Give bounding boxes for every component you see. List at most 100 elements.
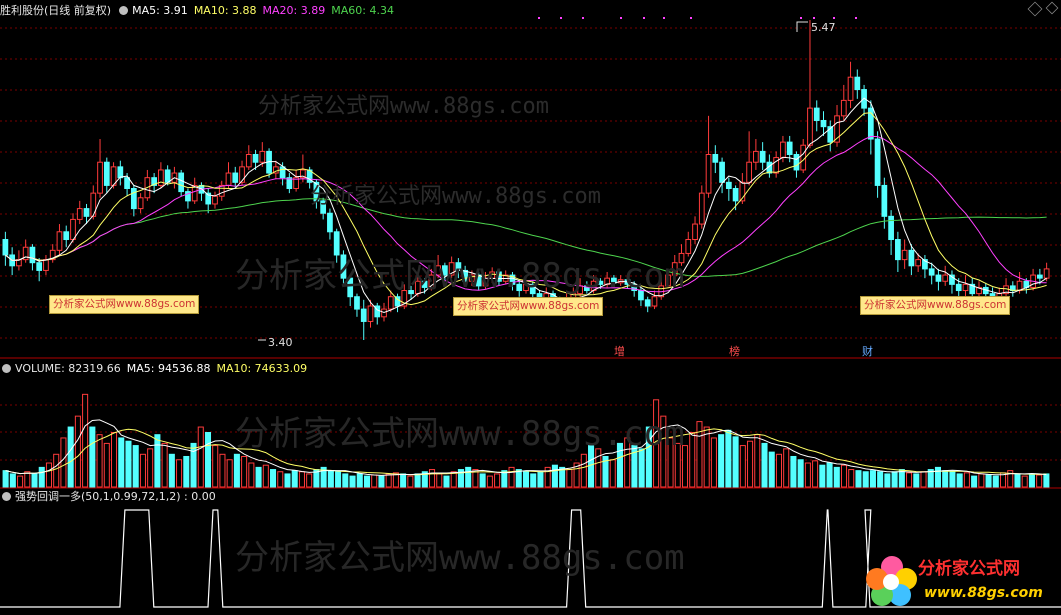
volume-bar (877, 471, 884, 488)
volume-bar (1014, 473, 1021, 488)
volume-bar (277, 471, 284, 488)
top-marker-dot (690, 17, 692, 19)
candle-body (36, 262, 43, 271)
candle-body (698, 192, 705, 225)
volume-bar (306, 473, 313, 488)
volume-bar (349, 475, 356, 488)
candle-body (29, 246, 36, 264)
candle-body (523, 283, 529, 292)
panel-menu-icon[interactable] (119, 5, 129, 15)
volume-bar (508, 466, 515, 488)
candle-body (245, 153, 252, 168)
volume-bar (139, 453, 146, 488)
volume-bar (38, 466, 45, 488)
volume-bar (414, 473, 421, 488)
volume-bar (74, 415, 81, 488)
panel-menu-icon[interactable] (2, 491, 11, 501)
top-marker-dot (560, 17, 562, 19)
candle-body (692, 223, 698, 241)
candle-body (259, 150, 266, 163)
candle-body (840, 99, 847, 117)
logo-url: www.88gs.com (924, 585, 1043, 601)
top-marker-dot (582, 17, 584, 19)
volume-bar (595, 448, 602, 488)
panel-menu-icon[interactable] (2, 363, 11, 373)
candle-body (333, 231, 340, 256)
volume-bar (479, 473, 486, 488)
candle-body (955, 283, 962, 292)
logo-name: 分析家公式网 (918, 559, 1020, 579)
watermark-badge: 分析家公式网www.88gs.com (453, 297, 604, 316)
volume-bar (681, 445, 689, 488)
volume-bar (204, 432, 212, 488)
candle-body (732, 188, 739, 202)
event-marker-财[interactable]: 财 (862, 343, 873, 359)
volume-bar (703, 426, 710, 488)
candle-body (2, 239, 9, 256)
candle-body (746, 161, 752, 183)
event-marker-增[interactable]: 增 (614, 343, 625, 359)
volume-bar (971, 475, 978, 488)
watermark-badge: 分析家公式网www.88gs.com (49, 295, 200, 314)
candle-body (455, 262, 462, 271)
top-marker-dot (855, 17, 857, 19)
volume-bar (949, 471, 956, 488)
candle-body (347, 277, 354, 298)
high-pointer (796, 21, 808, 32)
volume-bar (891, 471, 898, 488)
volume-bar (913, 473, 920, 488)
high-price-label: 5.47 (811, 21, 836, 34)
volume-bar (768, 451, 775, 488)
volume-bar (1036, 474, 1043, 488)
candle-body (908, 249, 915, 267)
volume-bar (588, 445, 595, 488)
stock-chart-window[interactable]: 分析家公式网www.88gs.com 分析家公式网www.88gs.com 分析… (0, 0, 1061, 611)
candle-body (279, 166, 286, 179)
candle-body (43, 259, 49, 271)
candle-body (638, 290, 644, 301)
volume-bar (725, 429, 732, 488)
candle-body (705, 153, 712, 194)
volume-bar (9, 473, 16, 488)
volume-bar (176, 459, 183, 488)
candle-body (725, 181, 732, 190)
volume-bar (110, 432, 118, 488)
volume-bar (2, 470, 9, 488)
volume-bar (978, 473, 985, 488)
volume-bar (812, 460, 819, 488)
volume-bar (168, 453, 175, 488)
volume-bar (609, 459, 616, 488)
volume-bar (1043, 473, 1050, 488)
volume-bar (161, 442, 168, 488)
volume-bar (732, 436, 739, 488)
volume-bar (963, 472, 970, 488)
volume-bar (378, 475, 385, 488)
candle-body (76, 208, 83, 220)
event-marker-榜[interactable]: 榜 (729, 343, 740, 359)
volume-bar (855, 470, 862, 488)
volume-ma10: MA10: 74633.09 (216, 361, 308, 375)
volume-bar (132, 445, 139, 488)
candle-body (421, 280, 428, 288)
candle-body (820, 119, 827, 128)
candle-body (719, 161, 725, 183)
candle-body (408, 290, 414, 295)
top-marker-dot (663, 17, 665, 19)
candle-body (901, 249, 908, 261)
candle-body (252, 153, 259, 163)
volume-bar (486, 475, 493, 488)
candle-body (117, 166, 124, 179)
volume-bar (262, 464, 269, 488)
candle-body (651, 296, 658, 307)
candle-body (516, 283, 523, 292)
candle-body (320, 200, 327, 214)
volume-bar (804, 462, 811, 488)
volume-bar (761, 442, 768, 488)
volume-bar (710, 437, 717, 488)
candle-body (489, 271, 496, 279)
volume-bar (747, 440, 754, 488)
candle-body (813, 107, 820, 121)
volume-bar (1028, 473, 1035, 488)
volume-bar (494, 473, 501, 488)
volume-bar (443, 475, 450, 488)
